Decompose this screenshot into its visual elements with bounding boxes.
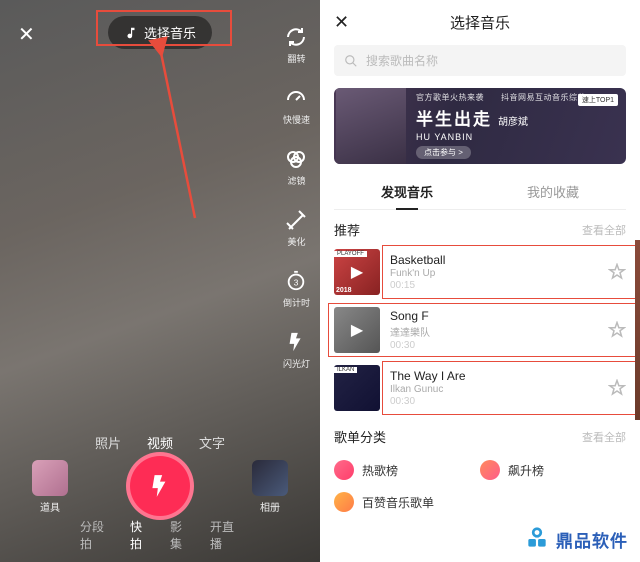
close-icon[interactable]: ✕	[18, 22, 35, 47]
speed-tool[interactable]: 快慢速	[283, 85, 310, 126]
banner-tag: 速上TOP1	[578, 94, 618, 106]
mode-album[interactable]: 影集	[170, 518, 190, 552]
category-item[interactable]: 百赞音乐歌单	[334, 486, 480, 518]
banner-image	[336, 88, 406, 164]
song-cover: ▶	[334, 307, 380, 353]
song-cover: PLAYOFF▶2018	[334, 249, 380, 295]
header: ✕ 选择音乐	[320, 0, 640, 41]
song-row[interactable]: ▶ Song F達達樂队00:30	[324, 301, 636, 359]
search-icon	[344, 54, 358, 68]
annotation-arrow	[150, 48, 200, 233]
song-list: PLAYOFF▶2018 BasketballFunk'n Up00:15 ▶ …	[320, 243, 640, 417]
star-icon[interactable]	[608, 321, 626, 339]
flip-tool[interactable]: 翻转	[283, 24, 309, 65]
song-row[interactable]: PLAYOFF▶2018 BasketballFunk'n Up00:15	[324, 243, 636, 301]
see-all-link[interactable]: 查看全部	[582, 429, 626, 445]
section-recommended: 推荐 查看全部	[320, 210, 640, 243]
annotation-box	[96, 10, 232, 46]
mode-live[interactable]: 开直播	[210, 518, 240, 552]
music-picker-screen: ✕ 选择音乐 搜索歌曲名称 官方歌单火热来袭 抖音网易互动音乐综艺 半生出走 胡…	[320, 0, 640, 562]
category-item[interactable]: 飙升榜	[480, 454, 626, 486]
side-toolbar: 翻转 快慢速 滤镜 美化 3倒计时 闪光灯	[283, 24, 310, 370]
section-categories: 歌单分类 查看全部	[320, 417, 640, 450]
category-icon	[334, 492, 354, 512]
star-icon[interactable]	[608, 263, 626, 281]
watermark-logo: 鼎品软件	[520, 524, 632, 554]
play-icon: ▶	[334, 307, 380, 353]
star-icon[interactable]	[608, 379, 626, 397]
props-button[interactable]: 道具	[32, 460, 68, 514]
mode-segment[interactable]: 分段拍	[80, 518, 110, 552]
song-cover: ILKAN	[334, 365, 380, 411]
album-button[interactable]: 相册	[252, 460, 288, 514]
tab-favorites[interactable]: 我的收藏	[480, 174, 626, 209]
bolt-icon	[147, 473, 173, 499]
logo-icon	[524, 526, 550, 552]
tab-discover[interactable]: 发现音乐	[334, 174, 480, 209]
category-grid: 热歌榜 飙升榜 百赞音乐歌单	[320, 450, 640, 522]
music-tabs: 发现音乐 我的收藏	[334, 174, 626, 210]
timer-tool[interactable]: 3倒计时	[283, 268, 310, 309]
beautify-tool[interactable]: 美化	[283, 207, 309, 248]
search-input[interactable]: 搜索歌曲名称	[334, 45, 626, 76]
flash-tool[interactable]: 闪光灯	[283, 329, 310, 370]
category-icon	[334, 460, 354, 480]
camera-screen: ✕ 选择音乐 翻转 快慢速 滤镜 美化 3倒计时 闪光灯 照片 视频 文字 道具…	[0, 0, 320, 562]
svg-text:3: 3	[294, 279, 299, 288]
capture-mode-tabs: 照片 视频 文字	[95, 433, 225, 452]
scroll-hint	[635, 240, 640, 420]
category-icon	[480, 460, 500, 480]
banner-cta[interactable]: 点击参与 >	[416, 146, 471, 159]
record-button[interactable]	[126, 452, 194, 520]
see-all-link[interactable]: 查看全部	[582, 222, 626, 238]
promo-banner[interactable]: 官方歌单火热来袭 抖音网易互动音乐综艺 半生出走 胡彦斌 HU YANBIN 点…	[334, 88, 626, 164]
search-placeholder: 搜索歌曲名称	[366, 52, 438, 69]
mode-quick[interactable]: 快拍	[130, 518, 150, 552]
tab-photo[interactable]: 照片	[95, 433, 121, 452]
song-row[interactable]: ILKAN The Way I AreIlkan Gunuc00:30	[324, 359, 636, 417]
tab-text[interactable]: 文字	[199, 433, 225, 452]
page-title: 选择音乐	[334, 12, 626, 33]
filter-tool[interactable]: 滤镜	[283, 146, 309, 187]
record-mode-tabs: 分段拍 快拍 影集 开直播	[80, 518, 240, 552]
tab-video[interactable]: 视频	[147, 433, 173, 452]
category-item[interactable]: 热歌榜	[334, 454, 480, 486]
